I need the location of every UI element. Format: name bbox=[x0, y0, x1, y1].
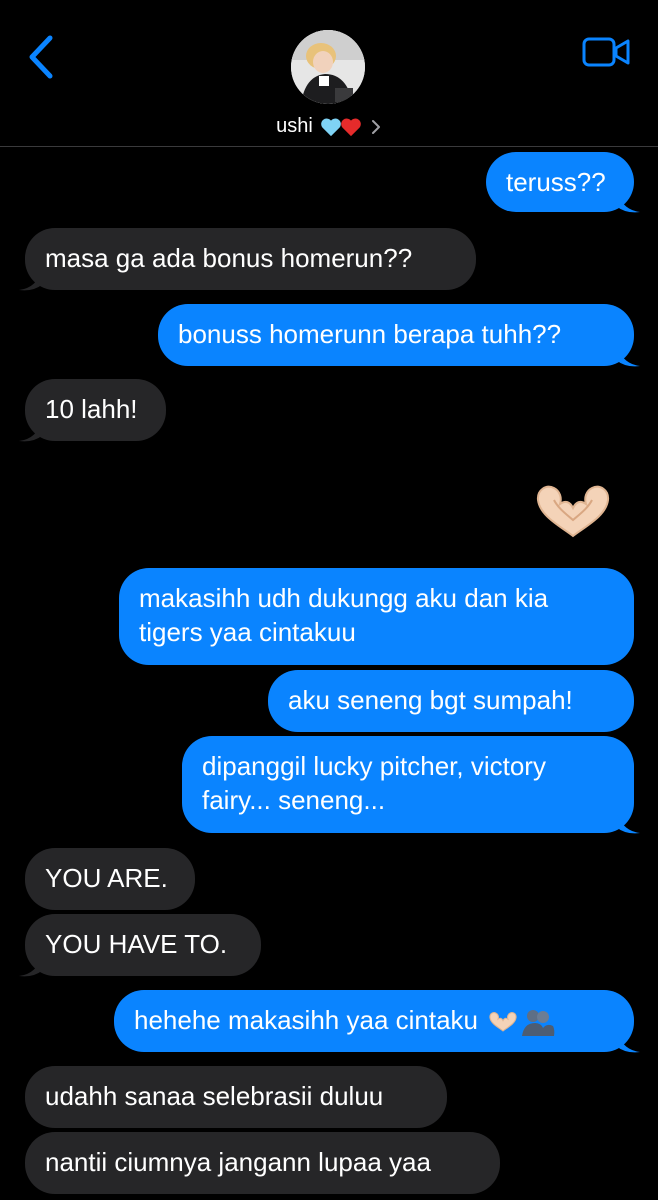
message-bubble-sent[interactable]: makasihh udh dukungg aku dan kia tigers … bbox=[119, 568, 634, 665]
message-text: udahh sanaa selebrasii duluu bbox=[45, 1081, 384, 1111]
bubble-tail bbox=[19, 268, 43, 291]
bubble-tail bbox=[616, 811, 640, 834]
avatar-photo bbox=[291, 30, 365, 104]
message-text: makasihh udh dukungg aku dan kia tigers … bbox=[139, 583, 549, 647]
message-bubble-sent[interactable]: hehehe makasihh yaa cintaku bbox=[114, 990, 634, 1052]
message-text: hehehe makasihh yaa cintaku bbox=[134, 1005, 479, 1035]
back-button[interactable] bbox=[22, 32, 62, 82]
message-bubble-received[interactable]: 10 lahh! bbox=[25, 379, 166, 441]
message-text: teruss?? bbox=[506, 167, 606, 197]
people-hugging-icon bbox=[522, 1010, 555, 1037]
video-call-button[interactable] bbox=[582, 36, 632, 68]
message-text: dipanggil lucky pitcher, victory fairy..… bbox=[202, 751, 546, 815]
heart-hands-emoji[interactable] bbox=[530, 480, 616, 544]
message-text: masa ga ada bonus homerun?? bbox=[45, 243, 413, 273]
message-bubble-sent[interactable]: dipanggil lucky pitcher, victory fairy..… bbox=[182, 736, 634, 833]
bubble-tail bbox=[19, 954, 43, 977]
red-heart-icon bbox=[341, 118, 362, 136]
message-bubble-sent[interactable]: teruss?? bbox=[486, 152, 634, 212]
chevron-left-icon bbox=[29, 35, 53, 79]
chevron-right-icon bbox=[371, 119, 380, 134]
message-bubble-received[interactable]: udahh sanaa selebrasii duluu bbox=[25, 1066, 447, 1128]
contact-name-button[interactable]: ushi bbox=[0, 112, 658, 140]
message-bubble-received[interactable]: masa ga ada bonus homerun?? bbox=[25, 228, 476, 290]
bubble-tail bbox=[616, 344, 640, 367]
bubble-tail bbox=[19, 419, 43, 442]
conversation-header: ushi bbox=[0, 0, 658, 147]
message-bubble-received[interactable]: YOU HAVE TO. bbox=[25, 914, 261, 976]
message-text: YOU ARE. bbox=[45, 863, 168, 893]
contact-avatar[interactable] bbox=[291, 30, 365, 104]
bubble-tail bbox=[616, 190, 640, 213]
message-bubble-received[interactable]: nantii ciumnya jangann lupaa yaa bbox=[25, 1132, 500, 1194]
message-bubble-sent[interactable]: aku seneng bgt sumpah! bbox=[268, 670, 634, 732]
message-text: nantii ciumnya jangann lupaa yaa bbox=[45, 1147, 431, 1177]
message-text: 10 lahh! bbox=[45, 394, 138, 424]
light-blue-heart-icon bbox=[321, 118, 342, 136]
message-text: bonuss homerunn berapa tuhh?? bbox=[178, 319, 562, 349]
message-bubble-received[interactable]: YOU ARE. bbox=[25, 848, 195, 910]
video-camera-icon bbox=[582, 37, 630, 67]
message-bubble-sent[interactable]: bonuss homerunn berapa tuhh?? bbox=[158, 304, 634, 366]
contact-name: ushi bbox=[276, 115, 313, 137]
bubble-tail bbox=[616, 1030, 640, 1053]
message-text: aku seneng bgt sumpah! bbox=[288, 685, 573, 715]
message-text: YOU HAVE TO. bbox=[45, 929, 228, 959]
heart-hands-icon bbox=[489, 1012, 517, 1032]
